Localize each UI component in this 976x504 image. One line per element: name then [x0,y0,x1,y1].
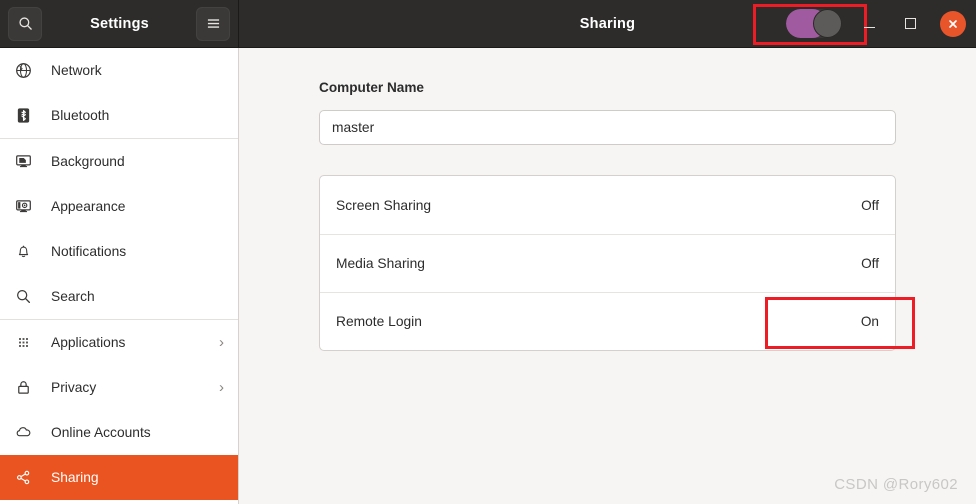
option-state: Off [861,197,879,213]
cloud-icon [12,422,34,444]
sidebar-item-label: Network [51,63,102,78]
sidebar-item-appearance[interactable]: Appearance [0,184,238,229]
sidebar-item-label: Notifications [51,244,127,259]
computer-name-input[interactable] [319,110,896,145]
globe-icon [12,60,34,82]
bell-icon [12,241,34,263]
option-title: Screen Sharing [336,197,432,213]
share-nodes-icon [12,467,34,489]
monitor-wallpaper-icon [12,151,34,173]
sidebar-item-label: Bluetooth [51,108,110,123]
highlight-box-remote-login-state [765,297,915,349]
chevron-right-icon: › [219,379,224,396]
sidebar-item-label: Search [51,289,95,304]
minimize-icon [863,26,875,29]
watermark: CSDN @Rory602 [834,476,958,493]
title-bar: Settings Sharing [0,0,976,48]
minimize-button[interactable] [858,13,880,35]
app-grid-icon [12,332,34,354]
sidebar-item-notifications[interactable]: Notifications [0,229,238,274]
window-controls [858,0,966,47]
maximize-icon [904,18,916,29]
bluetooth-icon [12,105,34,127]
magnifier-icon [12,286,34,308]
close-icon [949,19,957,28]
search-icon [18,17,32,30]
sidebar-item-bluetooth[interactable]: Bluetooth [0,93,238,138]
maximize-button[interactable] [899,13,921,35]
lock-icon [12,377,34,399]
close-button[interactable] [940,10,966,37]
sidebar-item-label: Appearance [51,199,126,214]
sidebar-item-applications[interactable]: Applications › [0,320,238,365]
chevron-right-icon: › [219,334,224,351]
monitor-appearance-icon [12,196,34,218]
sidebar-item-sharing[interactable]: Sharing [0,455,238,500]
sidebar-item-label: Background [51,154,125,169]
settings-window: Settings Sharing Network Bluetooth Backg… [0,0,976,504]
option-state: Off [861,256,879,271]
list-item-screen-sharing[interactable]: Screen Sharing Off [320,176,895,234]
highlight-box-master-toggle [753,4,867,45]
main-content: Computer Name Screen Sharing Off Media S… [240,48,976,504]
option-title: Media Sharing [336,256,425,271]
sidebar-item-online-accounts[interactable]: Online Accounts [0,410,238,455]
computer-name-label: Computer Name [319,80,424,95]
search-button[interactable] [8,6,42,41]
list-item-media-sharing[interactable]: Media Sharing Off [320,234,895,292]
sidebar-item-label: Applications [51,335,126,350]
sidebar-item-label: Online Accounts [51,425,151,440]
sidebar-item-label: Privacy [51,380,97,395]
sidebar-item-search[interactable]: Search [0,274,238,319]
sidebar-item-background[interactable]: Background [0,139,238,184]
sidebar-item-network[interactable]: Network [0,48,238,93]
title-bar-left-pane [0,0,239,47]
sidebar-item-label: Sharing [51,470,99,485]
sidebar: Network Bluetooth Background Appearance … [0,48,239,504]
sidebar-item-privacy[interactable]: Privacy › [0,365,238,410]
main-menu-button[interactable] [196,6,230,41]
hamburger-menu-icon [207,19,219,28]
